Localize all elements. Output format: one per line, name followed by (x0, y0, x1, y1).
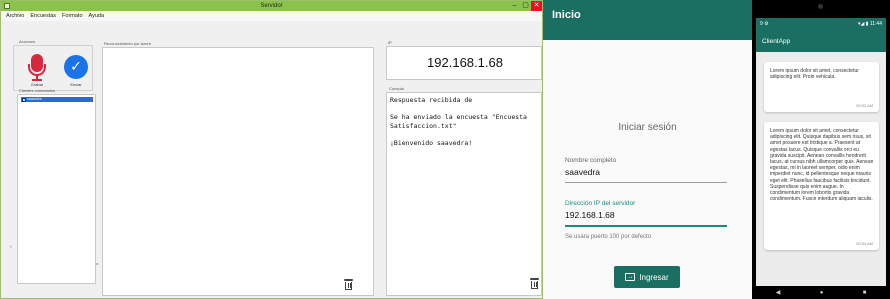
nombre-underline (565, 182, 727, 183)
phone-frame: 9 ⚙ ▾◢ ▮ 11:44 ClientApp Lorem ipsum dol… (752, 0, 890, 299)
list-item[interactable]: ✓ saavedra (21, 97, 93, 102)
appbar-title: Inicio (552, 9, 581, 21)
message-card[interactable]: Lorem ipsum dolor sit amet, consectetur … (764, 122, 879, 250)
app-bar: Inicio (543, 0, 752, 40)
reconocimiento-textbox[interactable] (102, 47, 374, 296)
nombre-field[interactable]: saavedra (565, 167, 600, 177)
trash-icon[interactable] (530, 278, 539, 289)
ip-display: 192.168.1.68 (386, 46, 542, 80)
message-time: 00:53 AM (856, 103, 873, 108)
consola-text: Respuesta recibida de Se ha enviado la e… (390, 96, 527, 147)
status-left: 9 ⚙ (760, 21, 769, 27)
clientes-list[interactable]: ✓ saavedra ^ (17, 94, 98, 284)
consola-textbox[interactable]: Respuesta recibida de Se ha enviado la e… (386, 92, 542, 296)
grabar-label: Grabar (30, 82, 44, 87)
reconocimiento-label: Reconocimiento por Azure (104, 41, 151, 46)
menu-archivo[interactable]: Archivo (6, 11, 24, 21)
menu-encuestas[interactable]: Encuestas (30, 11, 56, 21)
ip-field[interactable]: 192.168.1.68 (565, 210, 615, 220)
scroll-arrow-icon[interactable]: ^ (96, 263, 98, 269)
acciones-group: Grabar ✓ Enviar (13, 45, 93, 91)
window-title: Servidor (260, 3, 283, 9)
client-screen: 9 ⚙ ▾◢ ▮ 11:44 ClientApp Lorem ipsum dol… (756, 18, 886, 286)
client-checkbox[interactable]: ✓ (22, 97, 26, 102)
acciones-label: Acciones (19, 39, 36, 44)
message-text: Lorem ipsum dolor sit amet, consectetur … (770, 68, 859, 81)
menu-ayuda[interactable]: Ayuda (89, 11, 105, 21)
side-caret-icon: ‹ (10, 244, 12, 250)
appbar-title: ClientApp (762, 38, 791, 45)
login-title: Iniciar sesión (618, 122, 677, 133)
menu-bar: Archivo Encuestas Formato Ayuda (1, 11, 542, 21)
message-time: 00:54 AM (856, 241, 873, 246)
clientes-label: Clientes conectados (19, 88, 56, 93)
port-hint: Se usara puerto 100 por defecto (565, 234, 652, 240)
title-bar: Servidor – ▢ ✕ (1, 1, 542, 11)
ip-underline (565, 225, 727, 227)
status-right: ▾◢ ▮ 11:44 (857, 21, 882, 27)
server-window: Servidor – ▢ ✕ Archivo Encuestas Formato… (0, 0, 543, 299)
enviar-label: Enviar (70, 82, 82, 87)
nombre-label: Nombre completo (565, 157, 617, 164)
maximize-button[interactable]: ▢ (520, 1, 531, 11)
nav-bar: ◀ ● ■ (756, 286, 886, 299)
ip-value: 192.168.1.68 (427, 55, 503, 70)
ingresar-button[interactable]: → Ingresar (614, 266, 680, 288)
login-screen: Inicio Iniciar sesión Nombre completo sa… (543, 0, 752, 299)
message-card[interactable]: Lorem ipsum dolor sit amet, consectetur … (764, 62, 879, 112)
recents-icon[interactable]: ■ (863, 290, 867, 296)
checkmark-icon: ✓ (70, 59, 82, 75)
camera-icon (818, 4, 823, 9)
message-text: Lorem ipsum dolor sit amet, consectetur … (770, 128, 874, 203)
minimize-button[interactable]: – (509, 1, 520, 11)
consola-label: Consola (389, 86, 404, 91)
status-bar: 9 ⚙ ▾◢ ▮ 11:44 (756, 18, 886, 32)
back-icon[interactable]: ◀ (776, 289, 781, 296)
client-name: saavedra (27, 97, 42, 101)
enviar-button[interactable]: ✓ (64, 55, 88, 79)
home-icon[interactable]: ● (820, 290, 824, 296)
trash-icon[interactable] (344, 279, 353, 290)
ingresar-label: Ingresar (639, 272, 669, 282)
ip-label: Dirección IP del servidor (565, 200, 636, 207)
ip-label: IP (388, 40, 392, 45)
app-bar: ClientApp (756, 32, 886, 52)
menu-formato[interactable]: Formato (62, 11, 82, 21)
login-icon: → (625, 273, 636, 281)
close-button[interactable]: ✕ (531, 1, 542, 11)
